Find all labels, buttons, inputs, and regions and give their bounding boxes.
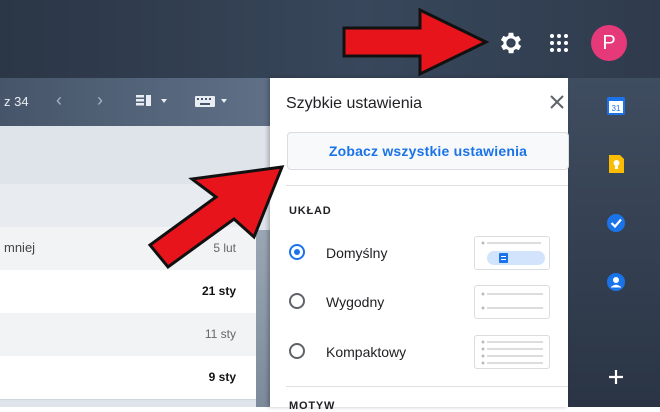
contacts-icon[interactable]	[606, 272, 626, 292]
see-all-settings-button[interactable]: Zobacz wszystkie ustawienia	[287, 132, 569, 170]
density-option-default[interactable]: Domyślny	[289, 236, 569, 276]
density-option-label: Kompaktowy	[326, 344, 407, 360]
split-pane-icon[interactable]	[136, 95, 172, 109]
chevron-left-icon[interactable]: ‹	[56, 90, 62, 111]
density-option-label: Wygodny	[326, 294, 385, 310]
apps-grid-icon[interactable]	[549, 33, 569, 53]
radio-button[interactable]	[289, 343, 305, 359]
chevron-right-icon[interactable]: ›	[97, 90, 103, 111]
top-header-bar: P	[0, 0, 660, 78]
density-comfortable-thumbnail	[474, 285, 550, 319]
density-section-label: UKŁAD	[289, 205, 332, 217]
quick-settings-panel: Szybkie ustawienia Zobacz wszystkie usta…	[270, 78, 569, 412]
radio-button[interactable]	[289, 293, 305, 309]
panel-title: Szybkie ustawienia	[286, 95, 423, 112]
keep-icon[interactable]	[606, 154, 626, 174]
avatar[interactable]: P	[591, 25, 627, 61]
divider	[286, 386, 568, 387]
mail-date: 11 sty	[204, 327, 236, 341]
density-option-comfortable[interactable]: Wygodny	[289, 285, 569, 325]
tasks-icon[interactable]	[606, 213, 626, 233]
mail-toolbar: z 34 ‹ ›	[0, 78, 270, 126]
red-arrow-to-gear	[342, 7, 490, 77]
theme-section-label: MOTYW	[289, 400, 336, 412]
table-row[interactable]: 21 sty	[0, 270, 256, 314]
radio-button[interactable]	[289, 244, 305, 260]
table-row[interactable]: 9 sty	[0, 356, 256, 400]
plus-icon[interactable]	[606, 367, 626, 387]
pagination-count: z 34	[4, 94, 29, 109]
calendar-icon[interactable]: 31	[606, 96, 626, 116]
density-option-label: Domyślny	[326, 245, 388, 261]
table-row[interactable]: 11 sty	[0, 313, 256, 357]
density-option-compact[interactable]: Kompaktowy	[289, 335, 569, 375]
svg-text:31: 31	[612, 104, 621, 113]
close-icon[interactable]	[549, 94, 565, 110]
gear-icon[interactable]	[497, 29, 525, 57]
mail-date: 21 sty	[201, 284, 236, 298]
density-compact-thumbnail	[474, 335, 550, 369]
mail-date: 9 sty	[208, 370, 236, 384]
divider	[286, 185, 568, 186]
density-default-thumbnail	[474, 236, 550, 270]
side-apps-panel: 31	[600, 78, 632, 407]
red-arrow-to-all-settings	[147, 165, 285, 270]
keyboard-icon[interactable]	[195, 96, 233, 108]
mail-snippet: mniej	[4, 240, 36, 255]
